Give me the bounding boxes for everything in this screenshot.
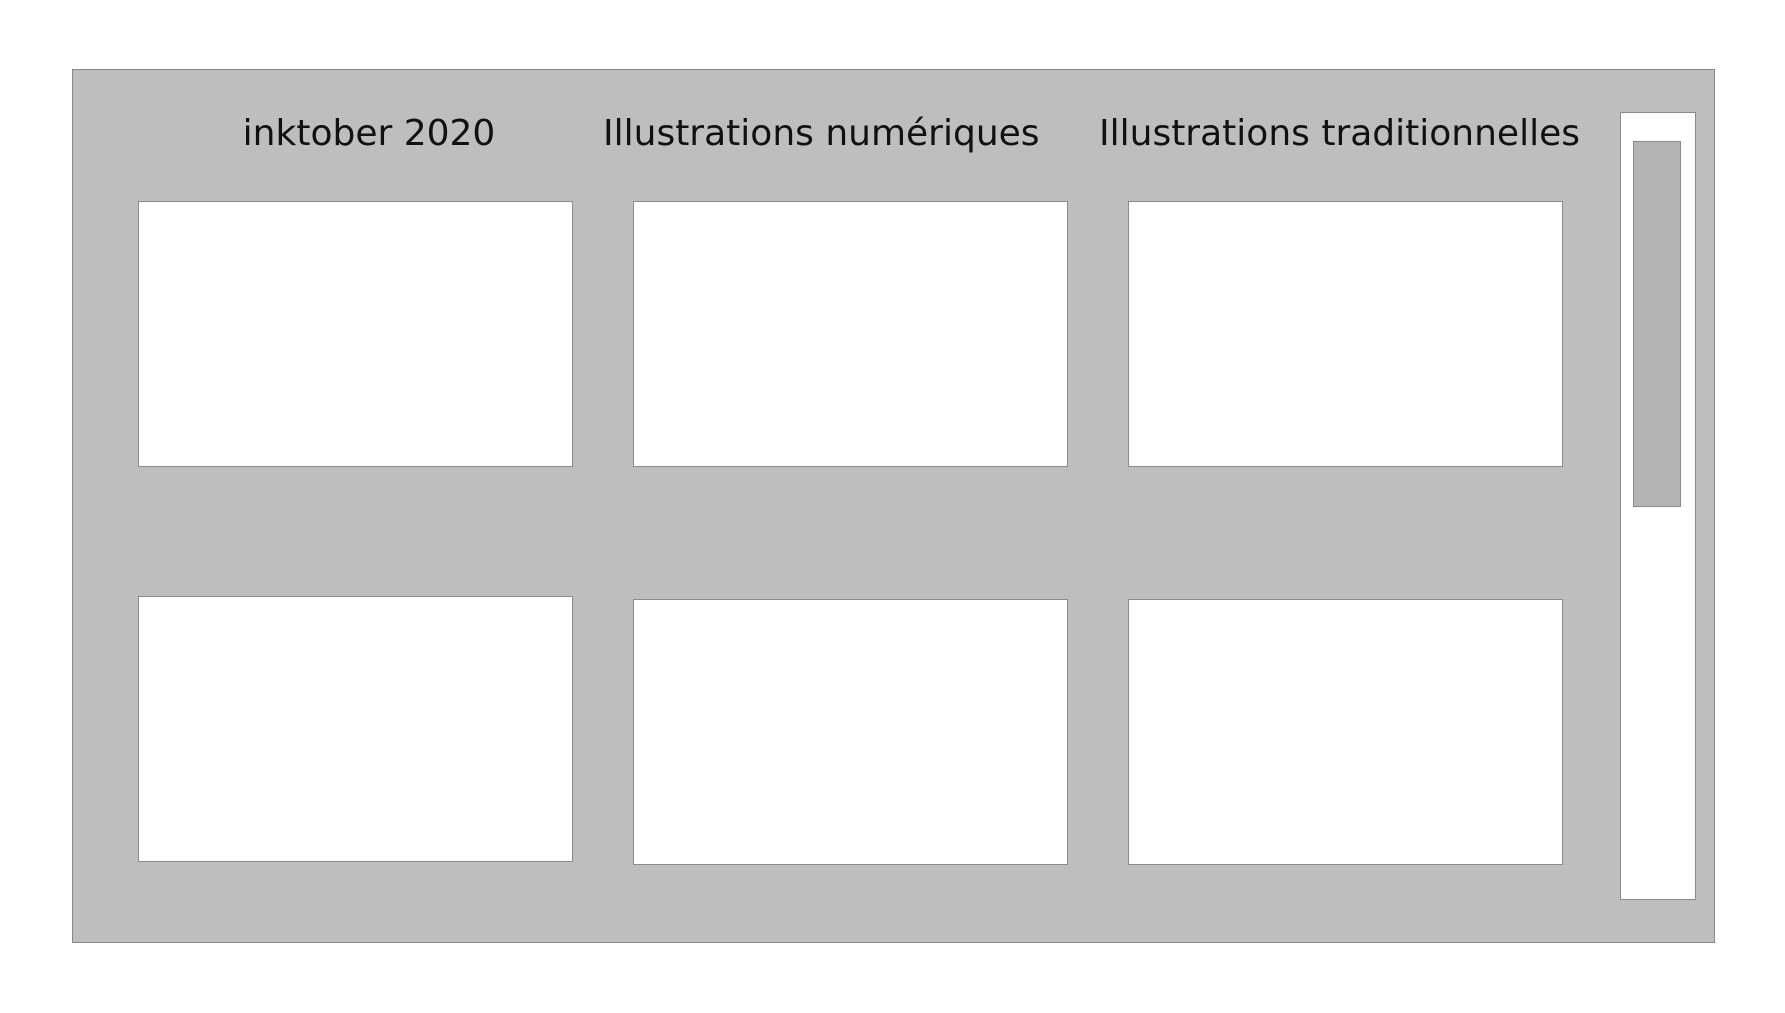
scrollbar-thumb[interactable]	[1633, 141, 1681, 507]
gallery-tile-digital-1[interactable]	[633, 201, 1068, 467]
gallery-tile-inktober-2[interactable]	[138, 596, 573, 862]
gallery-tile-inktober-1[interactable]	[138, 201, 573, 467]
column-title-inktober: inktober 2020	[242, 113, 496, 154]
gallery-panel: inktober 2020 Illustrations numériques I…	[72, 69, 1715, 943]
gallery-tile-traditional-2[interactable]	[1128, 599, 1563, 865]
vertical-scrollbar[interactable]	[1620, 112, 1696, 900]
gallery-tile-digital-2[interactable]	[633, 599, 1068, 865]
gallery-tile-traditional-1[interactable]	[1128, 201, 1563, 467]
column-title-traditional: Illustrations traditionnelles	[1099, 113, 1580, 154]
column-title-digital: Illustrations numériques	[603, 113, 1040, 154]
